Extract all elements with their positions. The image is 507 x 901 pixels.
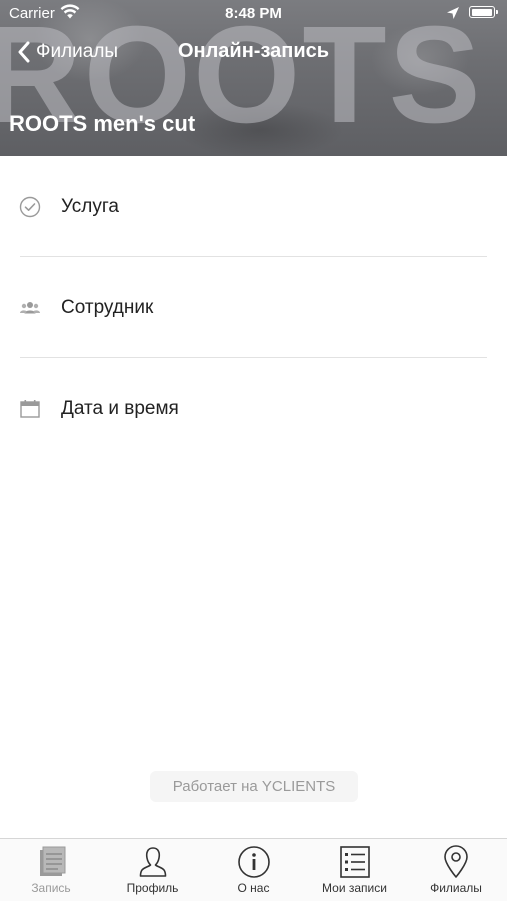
- tab-booking-label: Запись: [31, 881, 71, 895]
- calendar-icon: [20, 400, 40, 418]
- tab-my-bookings-label: Мои записи: [322, 881, 387, 895]
- salon-name: ROOTS men's cut: [9, 111, 196, 136]
- clock: 8:48 PM: [225, 5, 282, 22]
- step-datetime-label: Дата и время: [61, 398, 179, 419]
- page-title-text: Онлайн-запись: [177, 40, 330, 62]
- tab-my-bookings[interactable]: Мои записи: [304, 839, 405, 901]
- tab-branches-label: Филиалы: [430, 881, 482, 895]
- battery-icon: [469, 6, 498, 18]
- people-icon: [20, 302, 40, 314]
- step-datetime[interactable]: Дата и время: [0, 358, 507, 459]
- tab-about[interactable]: О нас: [203, 839, 304, 901]
- tab-profile[interactable]: Профиль: [102, 839, 203, 901]
- tab-branches[interactable]: Филиалы: [405, 839, 507, 901]
- tab-profile-label: Профиль: [126, 881, 179, 895]
- info-icon: [237, 846, 270, 878]
- step-employee[interactable]: Сотрудник: [0, 257, 507, 358]
- header: ROOTS Carrier 8:48 PM Филиалы Онлайн-зап…: [0, 0, 507, 156]
- step-service-label: Услуга: [61, 196, 119, 217]
- step-employee-label: Сотрудник: [61, 297, 154, 318]
- tab-about-label: О нас: [237, 881, 270, 895]
- powered-by-badge[interactable]: Работает на YCLIENTS: [150, 771, 358, 802]
- list-icon: [339, 846, 370, 878]
- page-title: Онлайн-запись: [0, 40, 507, 63]
- tab-booking[interactable]: Запись: [0, 839, 102, 901]
- step-service[interactable]: Услуга: [0, 156, 507, 257]
- booking-steps-list: Услуга Сотрудник Дата и время: [0, 156, 507, 459]
- status-bar: Carrier 8:48 PM: [0, 0, 507, 28]
- document-icon: [40, 846, 66, 876]
- tab-bar: Запись Профиль О нас Мои записи Филиалы: [0, 838, 507, 901]
- location-arrow-icon: [447, 7, 459, 19]
- check-circle-icon: [19, 196, 41, 218]
- person-icon: [139, 847, 166, 877]
- location-pin-icon: [444, 845, 468, 878]
